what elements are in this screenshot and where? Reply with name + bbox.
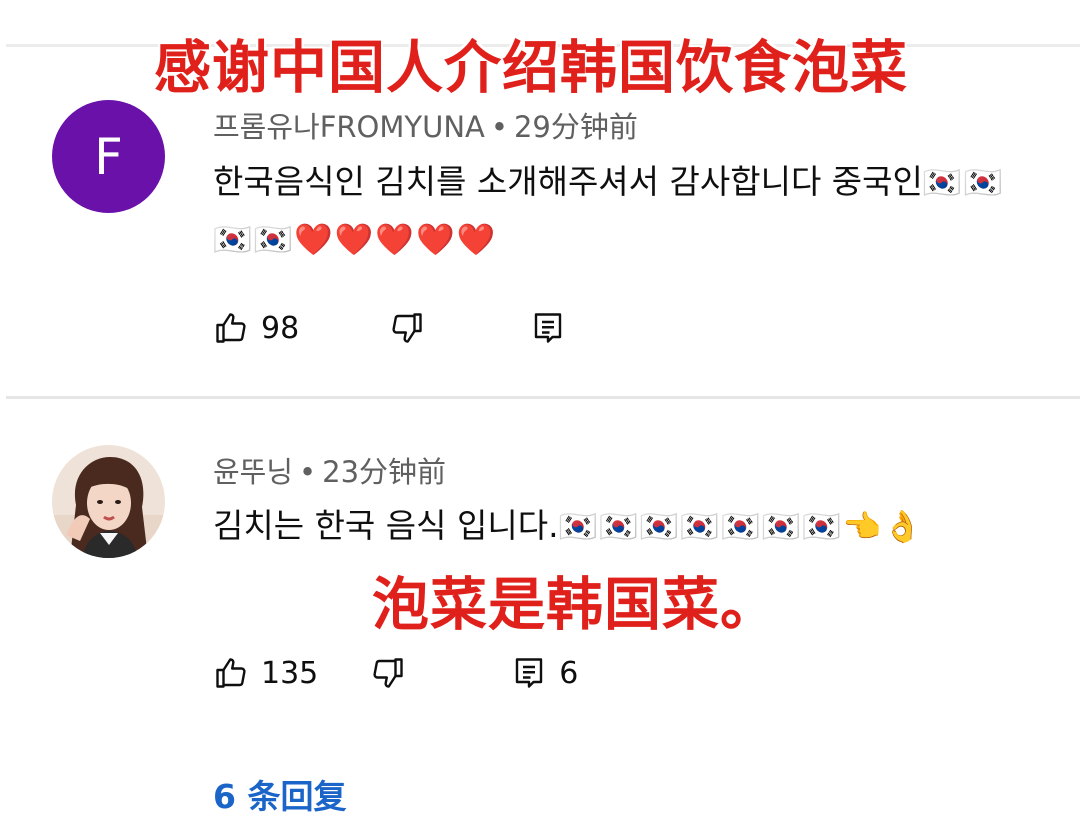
avatar-letter: F xyxy=(94,127,123,186)
meta-separator: • xyxy=(490,110,508,144)
comment-text-block: 김치는 한국 음식 입니다.🇰🇷🇰🇷🇰🇷🇰🇷🇰🇷🇰🇷🇰🇷👈👌 xyxy=(213,498,1043,555)
thumbs-up-icon xyxy=(213,310,249,346)
comment-actions: 98 xyxy=(213,303,578,353)
comment-author[interactable]: 윤뚜닝 xyxy=(213,455,293,489)
like-button[interactable]: 135 xyxy=(213,655,318,691)
reply-button[interactable] xyxy=(530,310,578,346)
overlay-caption-top: 感谢中国人介绍韩国饮食泡菜 xyxy=(154,35,908,101)
comment-icon xyxy=(530,310,566,346)
comment-meta: 윤뚜닝 • 23分钟前 xyxy=(213,449,446,491)
comment-emojis: 🇰🇷🇰🇷🇰🇷🇰🇷🇰🇷🇰🇷🇰🇷👈👌 xyxy=(558,509,924,545)
like-count: 135 xyxy=(261,655,319,691)
comment-text: 김치는 한국 음식 입니다. xyxy=(213,506,559,545)
meta-separator: • xyxy=(299,455,317,489)
avatar[interactable] xyxy=(52,445,165,558)
comment-time[interactable]: 23分钟前 xyxy=(322,455,446,489)
view-replies-link[interactable]: 6 条回复 xyxy=(213,770,346,818)
comment-actions: 135 6 xyxy=(213,648,578,698)
comment-text-block: 한국음식인 김치를 소개해주셔서 감사합니다 중국인🇰🇷🇰🇷🇰🇷🇰🇷❤️❤️❤️… xyxy=(213,154,1043,268)
thumbs-down-icon xyxy=(370,655,406,691)
thumbs-up-icon xyxy=(213,655,249,691)
thumbs-down-icon xyxy=(389,310,425,346)
avatar[interactable]: F xyxy=(52,100,165,213)
comment-text: 한국음식인 김치를 소개해주셔서 감사합니다 중국인 xyxy=(213,162,923,201)
dislike-button[interactable] xyxy=(370,655,406,691)
like-button[interactable]: 98 xyxy=(213,310,299,346)
comment-icon xyxy=(511,655,547,691)
comment-author[interactable]: 프롬유나FROMYUNA xyxy=(213,110,485,144)
comment-meta: 프롬유나FROMYUNA • 29分钟前 xyxy=(213,104,638,146)
reply-button[interactable]: 6 xyxy=(511,655,578,691)
overlay-caption-middle: 泡菜是韩国菜。 xyxy=(372,572,778,638)
reply-count: 6 xyxy=(559,655,579,691)
dislike-button[interactable] xyxy=(389,310,425,346)
avatar-photo xyxy=(52,445,165,558)
comment-divider xyxy=(6,396,1080,399)
like-count: 98 xyxy=(261,310,300,346)
comment-time[interactable]: 29分钟前 xyxy=(514,110,638,144)
